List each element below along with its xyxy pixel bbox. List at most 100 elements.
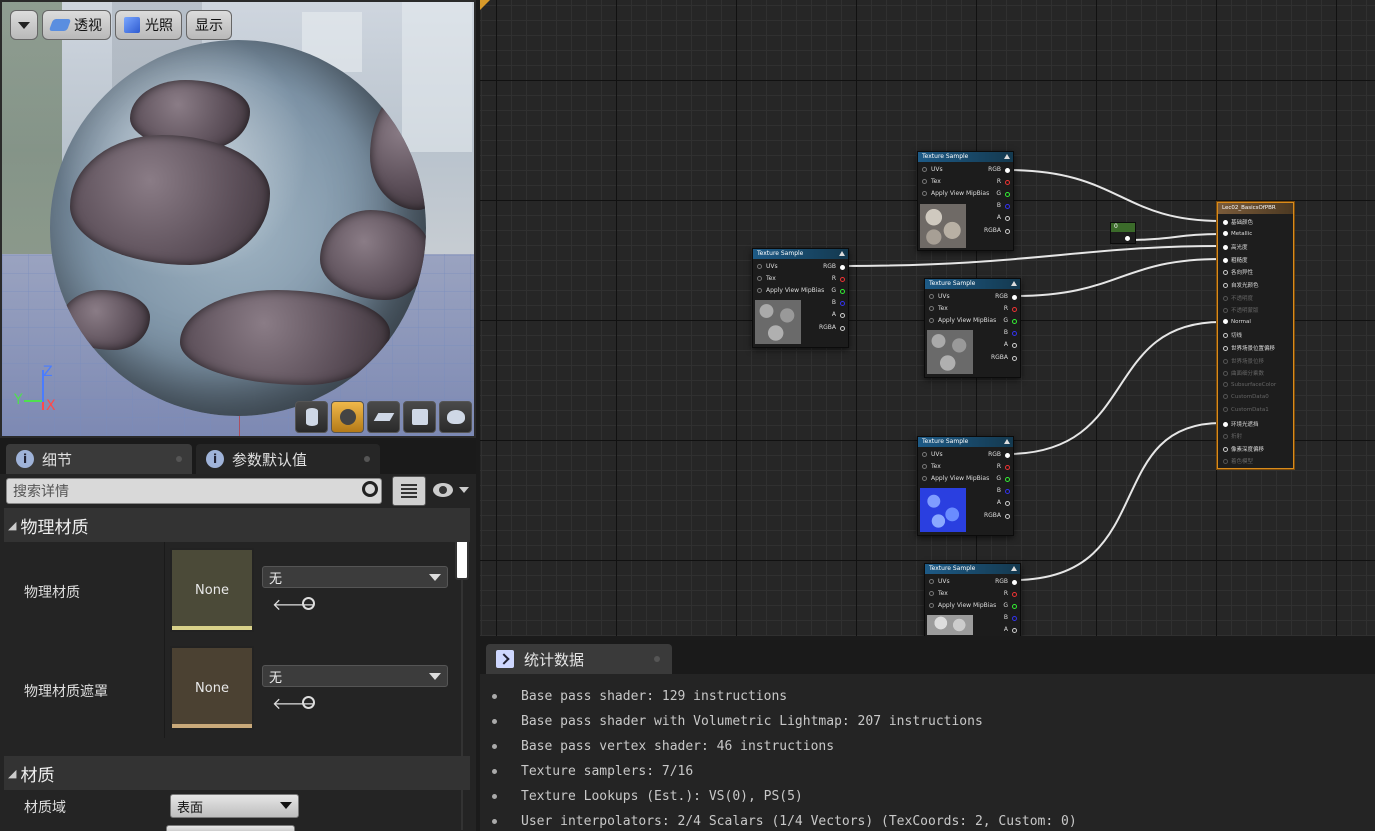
tab-parameter-defaults[interactable]: i 参数默认值 (196, 444, 380, 474)
physical-material-combo[interactable]: 无 (262, 566, 448, 588)
browse-search-icon[interactable] (302, 696, 315, 709)
rgb-output-pin[interactable] (1012, 580, 1017, 585)
collapse-arrow-icon[interactable] (1011, 566, 1017, 571)
constant-output-pin[interactable] (1125, 236, 1130, 241)
pin-uvs[interactable]: UVs (922, 451, 943, 461)
texture-sample-node[interactable]: Texture Sample UVs Tex Apply View MipBia… (752, 248, 849, 348)
pin-tex[interactable]: Tex (922, 463, 941, 473)
browse-search-icon[interactable] (302, 597, 315, 610)
search-icon[interactable] (362, 481, 378, 497)
texture-sample-node[interactable]: Texture Sample UVs Tex Apply View MipBia… (917, 151, 1014, 251)
rgb-output-pin[interactable] (1012, 295, 1017, 300)
preview-cube-button[interactable] (403, 401, 436, 433)
b-output-pin[interactable] (1012, 331, 1017, 336)
result-input-pin[interactable]: Metallic (1223, 230, 1252, 237)
material-preview-viewport[interactable]: 透视 光照 显示 Z X Y (0, 0, 476, 438)
r-output-pin[interactable] (1012, 307, 1017, 312)
preview-teapot-button[interactable] (439, 401, 472, 433)
physical-material-mask-combo[interactable]: 无 (262, 665, 448, 687)
result-input-pin[interactable]: 世界场景位置偏移 (1223, 344, 1275, 352)
tab-close-dot[interactable] (176, 456, 182, 462)
tab-stats[interactable]: 统计数据 (486, 644, 672, 674)
pin-uvs[interactable]: UVs (757, 263, 778, 273)
result-input-pin[interactable]: CustomData1 (1223, 407, 1269, 413)
section-material[interactable]: ◢ 材质 (4, 756, 470, 790)
result-input-pin[interactable]: 折射 (1223, 432, 1242, 440)
result-input-pin[interactable]: 世界场景位移 (1223, 357, 1264, 365)
result-input-pin[interactable]: CustomData0 (1223, 394, 1269, 400)
lit-mode-button[interactable]: 光照 (115, 10, 182, 40)
result-input-pin[interactable]: 不透明度 (1223, 294, 1253, 302)
texture-sample-node[interactable]: Texture Sample UVs Tex Apply View MipBia… (924, 563, 1021, 636)
pin-mipbias[interactable]: Apply View MipBias (757, 287, 824, 297)
material-domain-combo[interactable]: 表面 (170, 794, 299, 818)
asset-thumbnail[interactable]: None (170, 548, 254, 632)
g-output-pin[interactable] (840, 289, 845, 294)
b-output-pin[interactable] (840, 301, 845, 306)
viewport-options-button[interactable] (10, 10, 38, 40)
result-input-pin[interactable]: 高光度 (1223, 243, 1248, 251)
r-output-pin[interactable] (1005, 180, 1010, 185)
asset-thumbnail[interactable]: None (170, 646, 254, 730)
result-input-pin[interactable]: 环境光遮挡 (1223, 420, 1259, 428)
r-output-pin[interactable] (840, 277, 845, 282)
b-output-pin[interactable] (1005, 204, 1010, 209)
constant-node[interactable]: 0 (1110, 222, 1136, 244)
a-output-pin[interactable] (840, 313, 845, 318)
a-output-pin[interactable] (1005, 216, 1010, 221)
next-property-combo[interactable] (166, 825, 295, 831)
rgba-output-pin[interactable] (840, 326, 845, 331)
g-output-pin[interactable] (1012, 319, 1017, 324)
rgba-output-pin[interactable] (1005, 229, 1010, 234)
collapse-arrow-icon[interactable] (1011, 281, 1017, 286)
g-output-pin[interactable] (1005, 477, 1010, 482)
preview-plane-button[interactable] (367, 401, 400, 433)
pin-tex[interactable]: Tex (757, 275, 776, 285)
b-output-pin[interactable] (1005, 489, 1010, 494)
rgb-output-pin[interactable] (1005, 168, 1010, 173)
result-input-pin[interactable]: SubsurfaceColor (1223, 381, 1276, 388)
texture-sample-node[interactable]: Texture Sample UVs Tex Apply View MipBia… (917, 436, 1014, 536)
result-input-pin[interactable]: 像素深度偏移 (1223, 445, 1264, 453)
material-result-node[interactable]: Lec02_BasicsOfPBR 基础颜色 Metallic 高光度 粗糙度 各向异性… (1217, 202, 1294, 469)
result-input-pin[interactable]: 基础颜色 (1223, 218, 1253, 226)
a-output-pin[interactable] (1012, 628, 1017, 633)
result-input-pin[interactable]: 各向异性 (1223, 268, 1253, 276)
pin-tex[interactable]: Tex (929, 305, 948, 315)
pin-tex[interactable]: Tex (929, 590, 948, 600)
tab-details[interactable]: i 细节 (6, 444, 192, 474)
result-input-pin[interactable]: 不透明蒙版 (1223, 306, 1259, 314)
g-output-pin[interactable] (1005, 192, 1010, 197)
rgb-output-pin[interactable] (840, 265, 845, 270)
result-input-pin[interactable]: 粗糙度 (1223, 256, 1248, 264)
pin-uvs[interactable]: UVs (929, 578, 950, 588)
result-input-pin[interactable]: Normal (1223, 318, 1251, 325)
r-output-pin[interactable] (1005, 465, 1010, 470)
collapse-arrow-icon[interactable] (1004, 439, 1010, 444)
result-input-pin[interactable]: 切线 (1223, 331, 1242, 339)
result-input-pin[interactable]: 曲面细分乘数 (1223, 369, 1264, 377)
rgba-output-pin[interactable] (1012, 356, 1017, 361)
pin-mipbias[interactable]: Apply View MipBias (929, 317, 996, 327)
view-options-button[interactable] (431, 478, 471, 504)
result-input-pin[interactable]: 着色模型 (1223, 457, 1253, 465)
pin-uvs[interactable]: UVs (929, 293, 950, 303)
material-graph-canvas[interactable]: Texture Sample UVs Tex Apply View MipBia… (480, 0, 1375, 636)
tab-close-dot[interactable] (654, 656, 660, 662)
texture-sample-node[interactable]: Texture Sample UVs Tex Apply View MipBia… (924, 278, 1021, 378)
collapse-arrow-icon[interactable] (839, 251, 845, 256)
show-button[interactable]: 显示 (186, 10, 232, 40)
preview-sphere-button[interactable] (331, 401, 364, 433)
tab-close-dot[interactable] (364, 456, 370, 462)
pin-uvs[interactable]: UVs (922, 166, 943, 176)
rgb-output-pin[interactable] (1005, 453, 1010, 458)
section-physical-material[interactable]: ◢ 物理材质 (4, 508, 470, 542)
perspective-button[interactable]: 透视 (42, 10, 111, 40)
preview-cylinder-button[interactable] (295, 401, 328, 433)
g-output-pin[interactable] (1012, 604, 1017, 609)
rgba-output-pin[interactable] (1005, 514, 1010, 519)
pin-mipbias[interactable]: Apply View MipBias (929, 602, 996, 612)
pin-mipbias[interactable]: Apply View MipBias (922, 190, 989, 200)
collapse-arrow-icon[interactable] (1004, 154, 1010, 159)
result-input-pin[interactable]: 自发光颜色 (1223, 281, 1259, 289)
